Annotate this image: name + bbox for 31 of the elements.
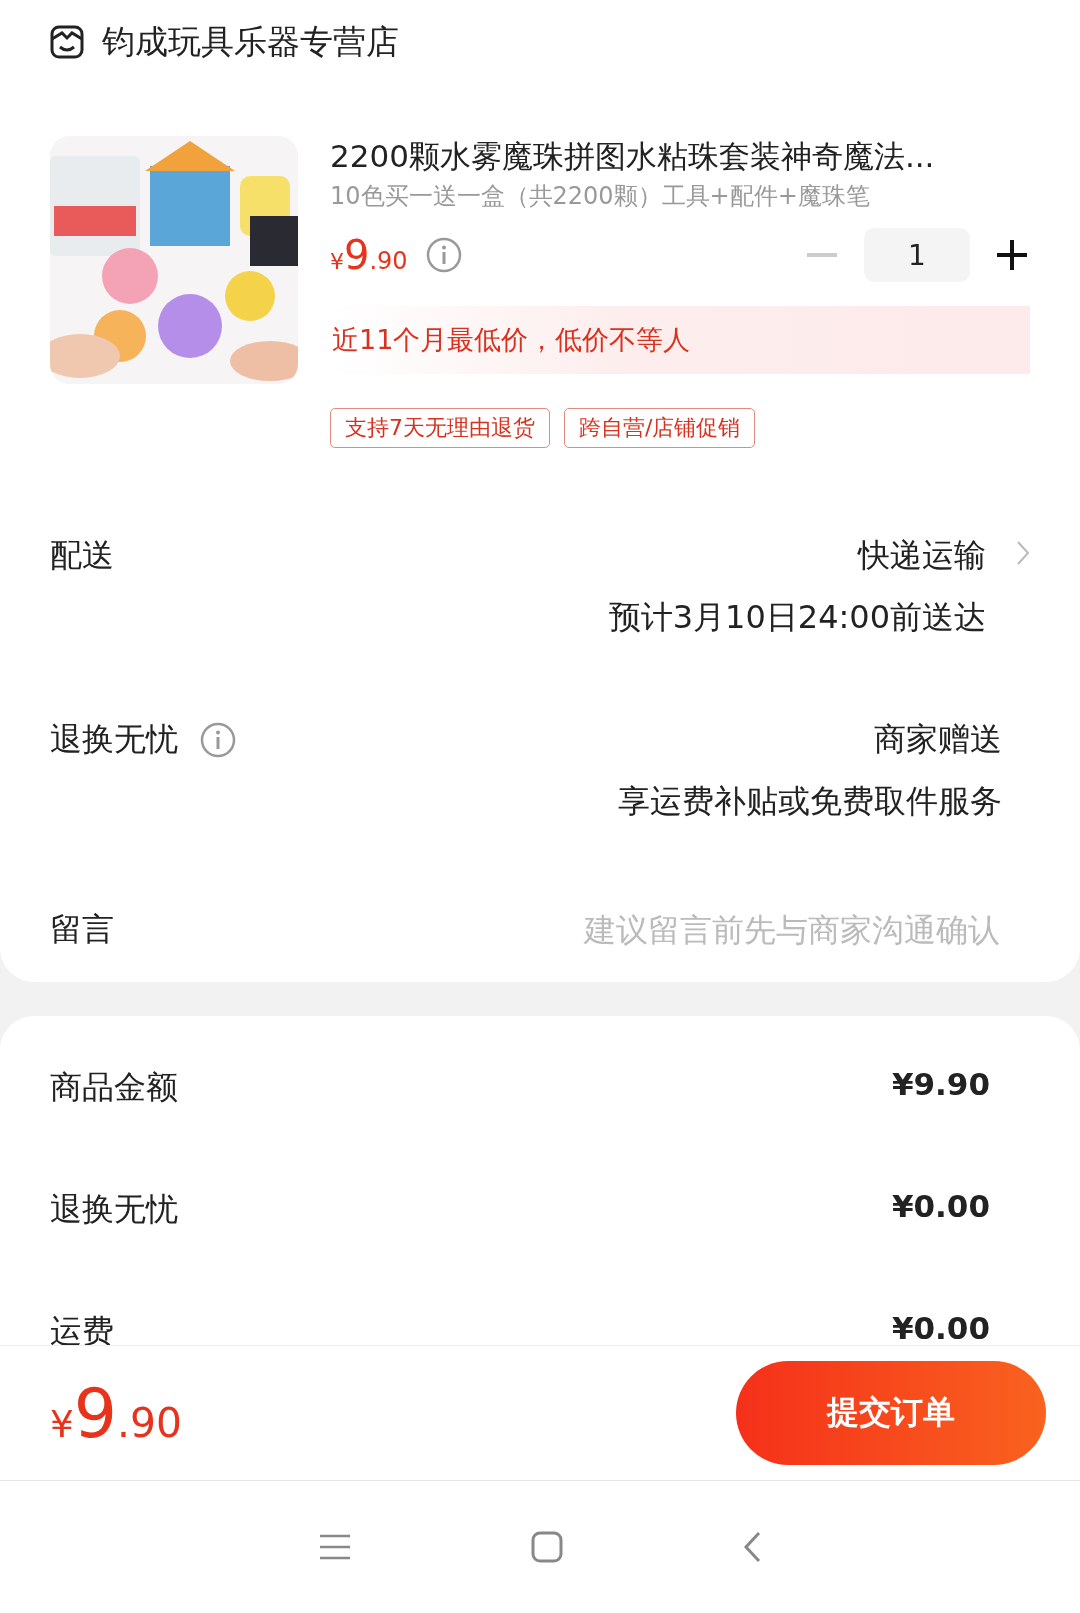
info-icon[interactable] bbox=[425, 237, 462, 273]
store-name[interactable]: 钧成玩具乐器专营店 bbox=[102, 19, 399, 65]
product-price: ¥9.90 bbox=[330, 232, 408, 278]
menu-icon[interactable] bbox=[319, 1533, 351, 1561]
summary-label: 退换无忧 bbox=[50, 1189, 178, 1230]
option-value[interactable]: 快递运输 bbox=[858, 534, 986, 578]
option-label: 退换无忧 bbox=[50, 719, 178, 760]
info-icon[interactable] bbox=[200, 722, 236, 758]
total-price: ¥9.90 bbox=[50, 1373, 182, 1453]
summary-value: ¥9.90 bbox=[891, 1066, 990, 1104]
option-label: 配送 bbox=[50, 535, 114, 576]
service-tag: 跨自营/店铺促销 bbox=[564, 408, 756, 448]
summary-label: 商品金额 bbox=[50, 1067, 178, 1108]
option-value: 商家赠送 bbox=[874, 719, 1002, 760]
summary-value: ¥0.00 bbox=[891, 1188, 990, 1226]
summary-value: ¥0.00 bbox=[891, 1310, 990, 1345]
option-label: 留言 bbox=[50, 909, 114, 950]
promo-banner: 近11个月最低价，低价不等人 bbox=[330, 306, 1030, 374]
increase-button[interactable] bbox=[994, 237, 1030, 273]
chevron-right-icon[interactable] bbox=[1016, 540, 1030, 566]
submit-order-button[interactable]: 提交订单 bbox=[736, 1361, 1046, 1465]
minus-icon bbox=[807, 253, 837, 257]
store-icon bbox=[50, 25, 84, 59]
product-title[interactable]: 2200颗水雾魔珠拼图水粘珠套装神奇魔法... bbox=[330, 136, 1030, 176]
option-note: 预计3月10日24:00前送达 bbox=[608, 597, 986, 638]
plus-icon bbox=[997, 240, 1027, 270]
back-icon[interactable] bbox=[743, 1531, 761, 1563]
option-note: 享运费补贴或免费取件服务 bbox=[618, 781, 1002, 822]
service-tag: 支持7天无理由退货 bbox=[330, 408, 550, 448]
quantity-field[interactable]: 1 bbox=[864, 228, 970, 282]
home-icon[interactable] bbox=[531, 1531, 563, 1563]
